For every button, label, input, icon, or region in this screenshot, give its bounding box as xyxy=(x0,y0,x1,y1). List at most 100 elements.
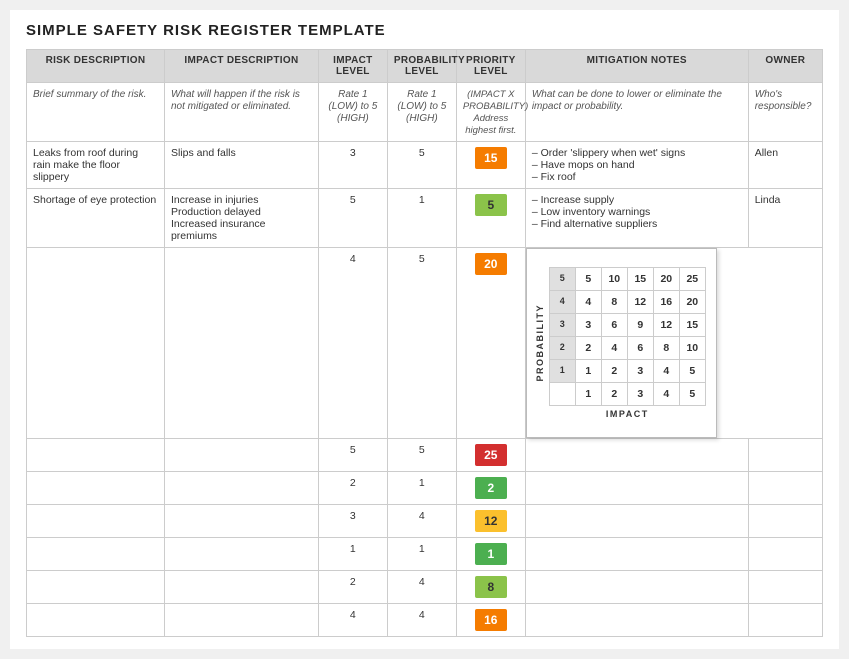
owner-cell xyxy=(748,505,822,538)
matrix-cell: 4 xyxy=(601,337,627,360)
matrix-row: 448121620 xyxy=(549,291,705,314)
owner-cell xyxy=(748,604,822,637)
matrix-row: 2246810 xyxy=(549,337,705,360)
impact-desc-cell xyxy=(164,505,318,538)
note-row: Brief summary of the risk. What will hap… xyxy=(27,83,823,142)
priority-badge: 15 xyxy=(475,147,507,169)
matrix-impact-header-row: 12345 xyxy=(549,383,705,406)
matrix-row: 33691215 xyxy=(549,314,705,337)
priority-cell: 16 xyxy=(456,604,525,637)
matrix-cell: 4 xyxy=(575,291,601,314)
owner-cell: Linda xyxy=(748,189,822,248)
note-prob-level: Rate 1 (LOW) to 5 (HIGH) xyxy=(387,83,456,142)
matrix-x-label: IMPACT xyxy=(549,409,706,419)
risk-cell: Leaks from roof during rain make the flo… xyxy=(27,142,165,189)
matrix-impact-header: 3 xyxy=(627,383,653,406)
mitigation-cell: – Increase supply – Low inventory warnin… xyxy=(525,189,748,248)
matrix-impact-header: 4 xyxy=(653,383,679,406)
mitigation-cell: – Order 'slippery when wet' signs – Have… xyxy=(525,142,748,189)
matrix-cell: 15 xyxy=(679,314,705,337)
impact-desc-cell: Increase in injuries Production delayed … xyxy=(164,189,318,248)
mitigation-cell xyxy=(525,472,748,505)
matrix-cell: 10 xyxy=(601,268,627,291)
matrix-cell: 9 xyxy=(627,314,653,337)
matrix-row: 112345 xyxy=(549,360,705,383)
risk-cell xyxy=(27,571,165,604)
risk-cell xyxy=(27,248,165,439)
col-header-mitigation: MITIGATION NOTES xyxy=(525,50,748,83)
priority-badge: 25 xyxy=(475,444,507,466)
matrix-cell: 20 xyxy=(653,268,679,291)
priority-badge: 2 xyxy=(475,477,507,499)
risk-cell: Shortage of eye protection xyxy=(27,189,165,248)
matrix-prob-header: 3 xyxy=(549,314,575,337)
mitigation-cell xyxy=(525,571,748,604)
matrix-cell: 5 xyxy=(679,360,705,383)
priority-badge: 8 xyxy=(475,576,507,598)
matrix-impact-header: 5 xyxy=(679,383,705,406)
col-header-impact-desc: IMPACT DESCRIPTION xyxy=(164,50,318,83)
impact-level-cell: 1 xyxy=(318,538,387,571)
matrix-impact-header: 1 xyxy=(575,383,601,406)
impact-desc-cell xyxy=(164,248,318,439)
priority-cell: 8 xyxy=(456,571,525,604)
impact-desc-cell xyxy=(164,472,318,505)
table-row: Shortage of eye protectionIncrease in in… xyxy=(27,189,823,248)
priority-cell: 15 xyxy=(456,142,525,189)
table-row: Leaks from roof during rain make the flo… xyxy=(27,142,823,189)
priority-cell: 1 xyxy=(456,538,525,571)
impact-desc-cell xyxy=(164,604,318,637)
matrix-cell: 6 xyxy=(627,337,653,360)
prob-level-cell: 4 xyxy=(387,571,456,604)
matrix-cell: 15 xyxy=(627,268,653,291)
prob-level-cell: 1 xyxy=(387,189,456,248)
risk-cell xyxy=(27,439,165,472)
impact-level-cell: 5 xyxy=(318,189,387,248)
risk-cell xyxy=(27,538,165,571)
priority-cell: 20 xyxy=(456,248,525,439)
table-row: 111 xyxy=(27,538,823,571)
impact-level-cell: 2 xyxy=(318,571,387,604)
priority-badge: 20 xyxy=(475,253,507,275)
col-header-prob-level: PROBABILITY LEVEL xyxy=(387,50,456,83)
table-row: 4520 PROBABILITY 5510152025 448121620 33… xyxy=(27,248,823,439)
mitigation-cell xyxy=(525,505,748,538)
matrix-cell: 5 xyxy=(575,268,601,291)
matrix-table: 5510152025 448121620 33691215 2246810 11… xyxy=(549,267,706,406)
mitigation-cell xyxy=(525,538,748,571)
impact-level-cell: 3 xyxy=(318,505,387,538)
prob-level-cell: 1 xyxy=(387,472,456,505)
note-mitigation: What can be done to lower or eliminate t… xyxy=(525,83,748,142)
prob-level-cell: 4 xyxy=(387,505,456,538)
table-row: 212 xyxy=(27,472,823,505)
matrix-prob-header: 1 xyxy=(549,360,575,383)
owner-cell xyxy=(748,538,822,571)
risk-cell xyxy=(27,604,165,637)
table-row: 3412 xyxy=(27,505,823,538)
priority-cell: 5 xyxy=(456,189,525,248)
matrix-cell: 12 xyxy=(627,291,653,314)
table-row: 5525 xyxy=(27,439,823,472)
risk-cell xyxy=(27,505,165,538)
owner-cell xyxy=(748,571,822,604)
page-title: SIMPLE SAFETY RISK REGISTER TEMPLATE xyxy=(26,22,823,39)
impact-level-cell: 2 xyxy=(318,472,387,505)
priority-cell: 2 xyxy=(456,472,525,505)
risk-register-table: RISK DESCRIPTION IMPACT DESCRIPTION IMPA… xyxy=(26,49,823,637)
owner-cell: Allen xyxy=(748,142,822,189)
prob-level-cell: 5 xyxy=(387,248,456,439)
matrix-prob-header: 2 xyxy=(549,337,575,360)
col-header-priority: PRIORITY LEVEL xyxy=(456,50,525,83)
impact-desc-cell: Slips and falls xyxy=(164,142,318,189)
owner-cell xyxy=(748,472,822,505)
owner-cell xyxy=(748,439,822,472)
col-header-owner: OWNER xyxy=(748,50,822,83)
matrix-cell: 2 xyxy=(575,337,601,360)
matrix-corner xyxy=(549,383,575,406)
mitigation-cell xyxy=(525,439,748,472)
matrix-cell: 4 xyxy=(653,360,679,383)
mitigation-cell: PROBABILITY 5510152025 448121620 3369121… xyxy=(525,248,822,439)
prob-level-cell: 5 xyxy=(387,439,456,472)
matrix-impact-header: 2 xyxy=(601,383,627,406)
prob-level-cell: 5 xyxy=(387,142,456,189)
